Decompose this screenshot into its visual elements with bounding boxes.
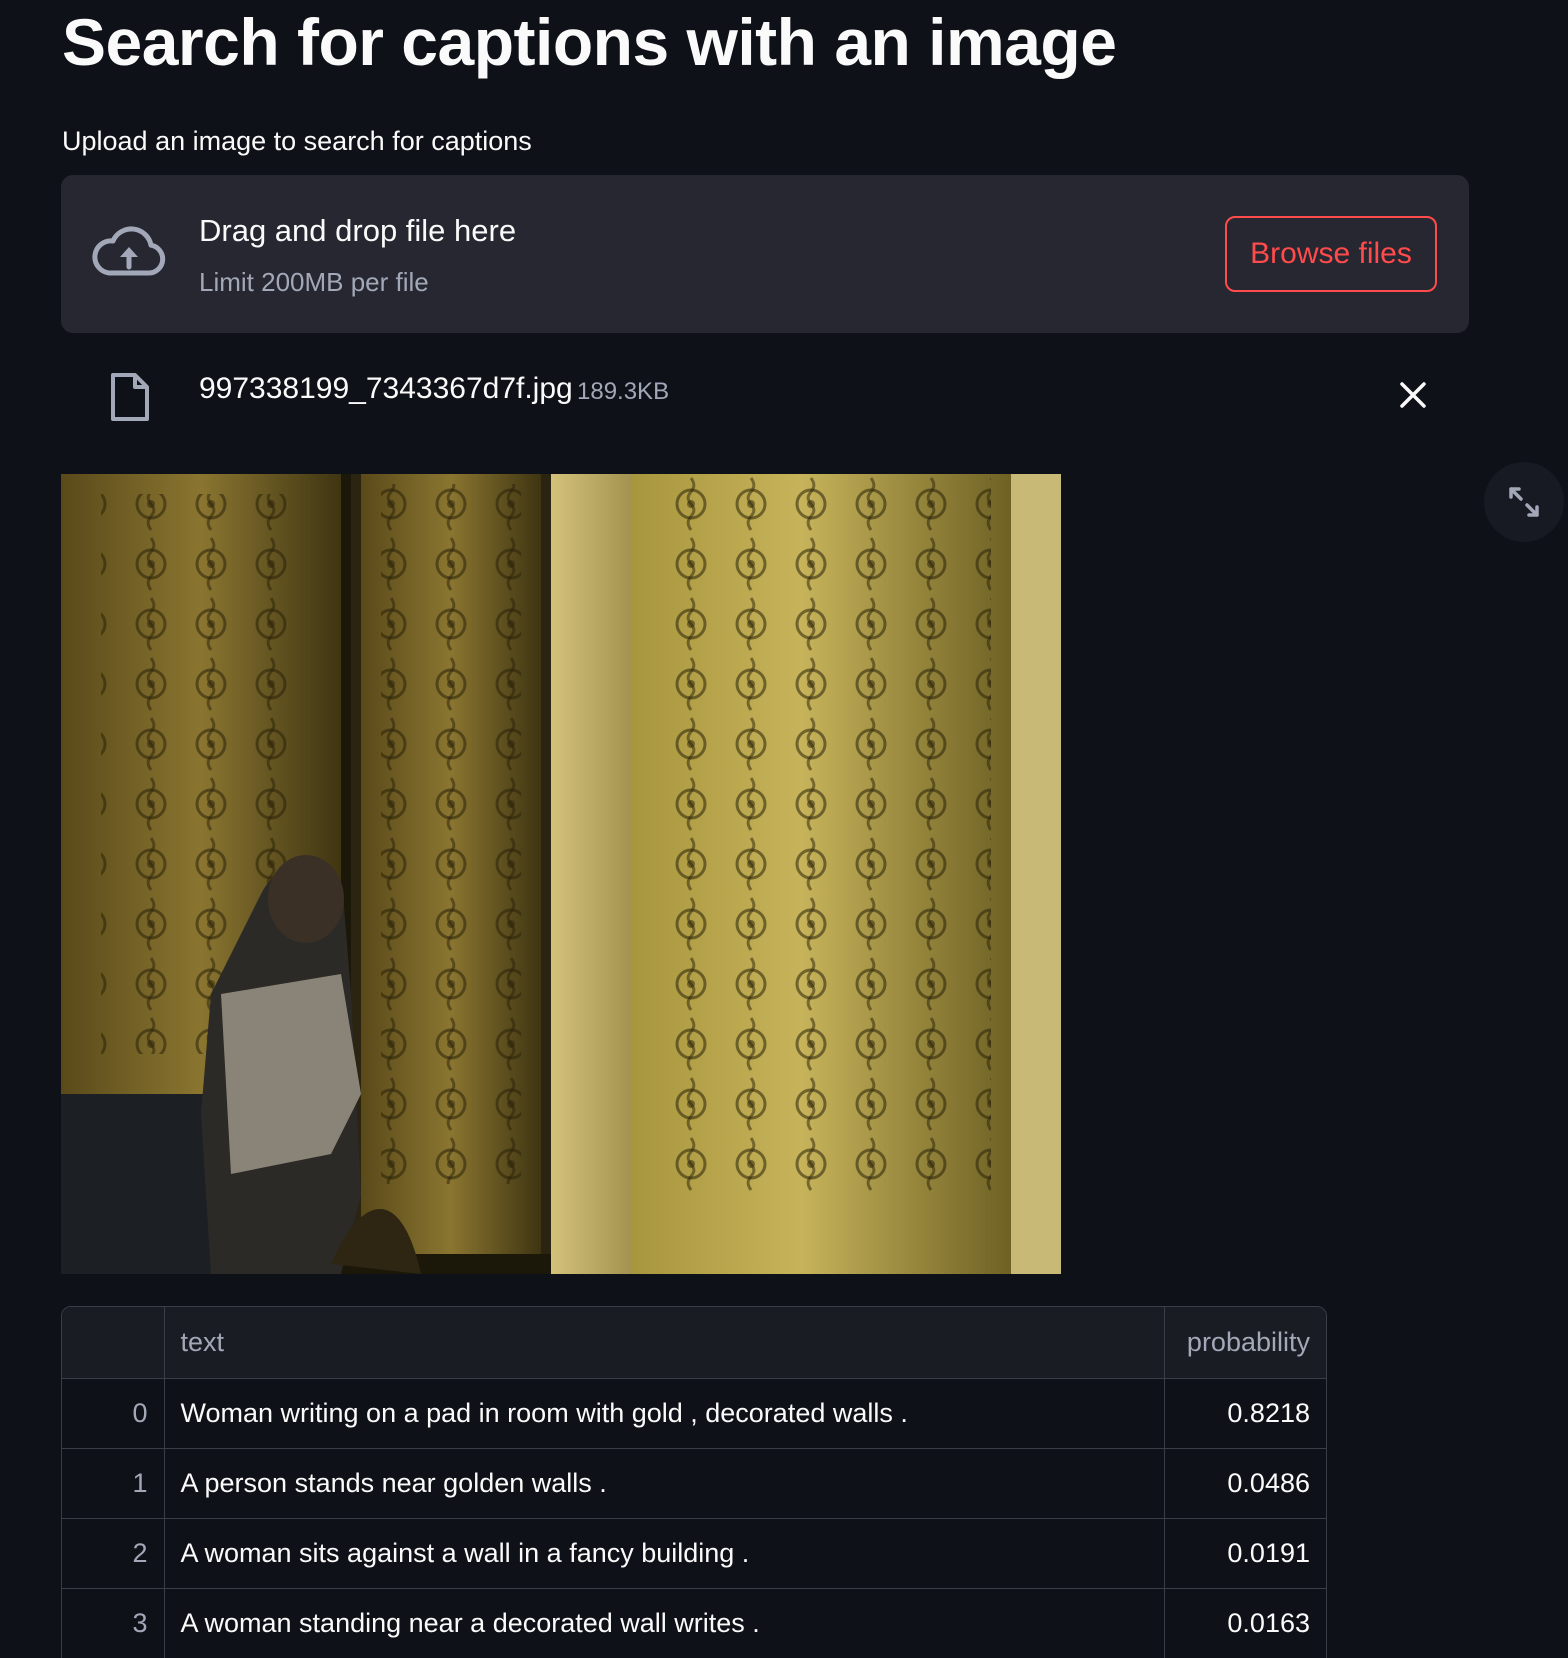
file-size: 189.3KB xyxy=(577,378,670,405)
caption-probability[interactable]: 0.8218 xyxy=(1164,1378,1326,1449)
column-header-index[interactable] xyxy=(62,1307,165,1379)
file-name: 997338199_7343367d7f.jpg xyxy=(199,372,573,405)
table-row: 1 A person stands near golden walls . 0.… xyxy=(62,1448,1326,1519)
file-dropzone[interactable]: Drag and drop file here Limit 200MB per … xyxy=(61,175,1469,333)
uploaded-file-row: 997338199_7343367d7f.jpg 189.3KB xyxy=(61,360,1469,430)
row-index: 1 xyxy=(62,1448,165,1519)
uploaded-photo xyxy=(61,474,1061,1274)
fullscreen-button[interactable] xyxy=(1484,462,1564,542)
expand-icon xyxy=(1509,487,1539,517)
close-icon xyxy=(1400,382,1426,408)
table-row: 3 A woman standing near a decorated wall… xyxy=(62,1588,1326,1658)
upload-label: Upload an image to search for captions xyxy=(62,126,532,156)
file-icon xyxy=(111,373,149,421)
photo-illustration xyxy=(61,474,1061,1274)
results-table: text probability 0 Woman writing on a pa… xyxy=(61,1306,1327,1658)
table-row: 0 Woman writing on a pad in room with go… xyxy=(62,1378,1326,1449)
column-header-text[interactable]: text xyxy=(164,1307,1165,1379)
remove-file-button[interactable] xyxy=(1393,375,1433,415)
dropzone-title: Drag and drop file here xyxy=(199,213,517,248)
page-title: Search for captions with an image xyxy=(62,5,1117,79)
caption-probability[interactable]: 0.0486 xyxy=(1164,1448,1326,1519)
row-index: 2 xyxy=(62,1518,165,1589)
caption-text[interactable]: Woman writing on a pad in room with gold… xyxy=(164,1378,1165,1449)
caption-text[interactable]: A woman sits against a wall in a fancy b… xyxy=(164,1518,1165,1589)
column-header-probability[interactable]: probability xyxy=(1164,1307,1326,1379)
caption-text[interactable]: A person stands near golden walls . xyxy=(164,1448,1165,1519)
cloud-upload-icon xyxy=(92,226,166,276)
row-index: 0 xyxy=(62,1378,165,1449)
caption-probability[interactable]: 0.0191 xyxy=(1164,1518,1326,1589)
table-row: 2 A woman sits against a wall in a fancy… xyxy=(62,1518,1326,1589)
caption-text[interactable]: A woman standing near a decorated wall w… xyxy=(164,1588,1165,1658)
browse-files-button[interactable]: Browse files xyxy=(1225,216,1437,292)
dropzone-limit: Limit 200MB per file xyxy=(199,267,429,297)
caption-probability[interactable]: 0.0163 xyxy=(1164,1588,1326,1658)
table-header-row: text probability xyxy=(62,1307,1326,1379)
row-index: 3 xyxy=(62,1588,165,1658)
